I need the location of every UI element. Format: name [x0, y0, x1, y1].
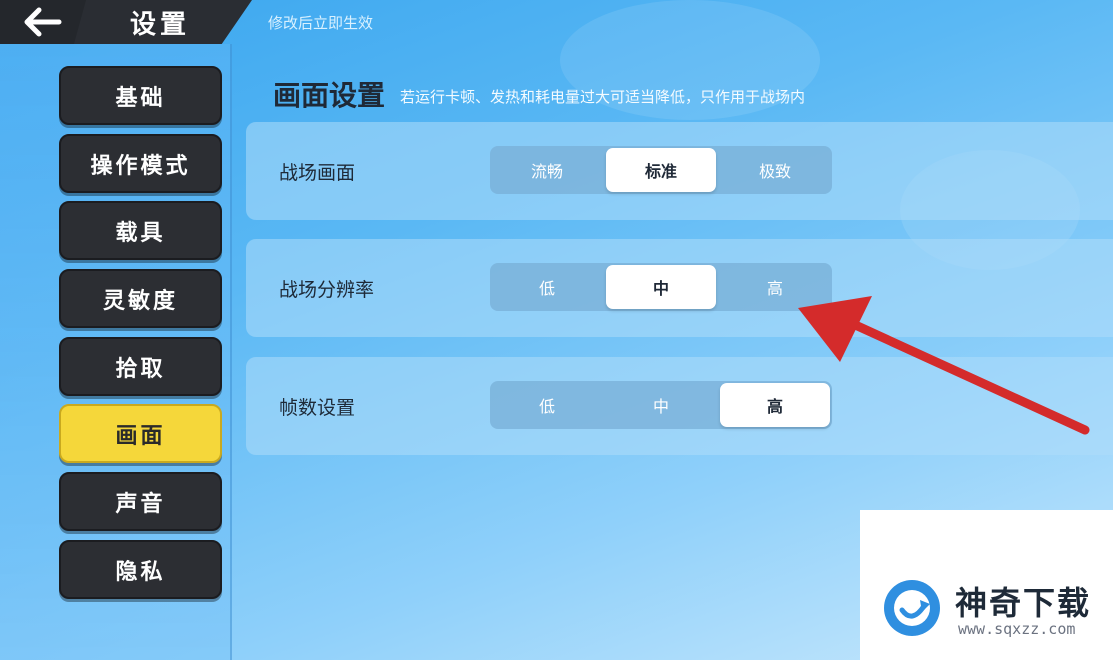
- sidebar-item-vehicle[interactable]: 载具: [59, 201, 222, 260]
- back-button[interactable]: [0, 0, 86, 44]
- setting-label: 战场分辨率: [279, 279, 375, 301]
- watermark-url: www.sqxzz.com: [958, 620, 1076, 638]
- option-smooth[interactable]: 流畅: [492, 148, 602, 192]
- sidebar-item-graphics[interactable]: 画面: [59, 404, 222, 463]
- sidebar-item-sound[interactable]: 声音: [59, 472, 222, 531]
- option-extreme[interactable]: 极致: [720, 148, 830, 192]
- sidebar-item-control-mode[interactable]: 操作模式: [59, 134, 222, 193]
- watermark-name: 神奇下载: [955, 584, 1092, 622]
- setting-row-battle-graphics: 战场画面 流畅 标准 极致: [246, 122, 1113, 220]
- red-annotation-arrow: [798, 296, 1090, 435]
- sidebar-item-basic[interactable]: 基础: [59, 66, 222, 125]
- option-standard[interactable]: 标准: [606, 148, 716, 192]
- setting-label: 帧数设置: [279, 397, 356, 419]
- watermark-logo-icon: [884, 580, 940, 636]
- option-medium[interactable]: 中: [606, 383, 716, 427]
- option-low[interactable]: 低: [492, 383, 602, 427]
- setting-label: 战场画面: [279, 162, 356, 184]
- sidebar-item-privacy[interactable]: 隐私: [59, 540, 222, 599]
- section-title: 画面设置: [273, 79, 386, 112]
- option-medium[interactable]: 中: [606, 265, 716, 309]
- section-description: 若运行卡顿、发热和耗电量过大可适当降低，只作用于战场内: [400, 88, 806, 106]
- sidebar-item-sensitivity[interactable]: 灵敏度: [59, 269, 222, 328]
- back-arrow-icon: [24, 7, 62, 37]
- segmented-control-battle-graphics: 流畅 标准 极致: [490, 146, 832, 194]
- header-hint: 修改后立即生效: [268, 14, 374, 32]
- option-low[interactable]: 低: [492, 265, 602, 309]
- sidebar-item-pickup[interactable]: 拾取: [59, 337, 222, 396]
- page-title: 设置: [130, 10, 191, 40]
